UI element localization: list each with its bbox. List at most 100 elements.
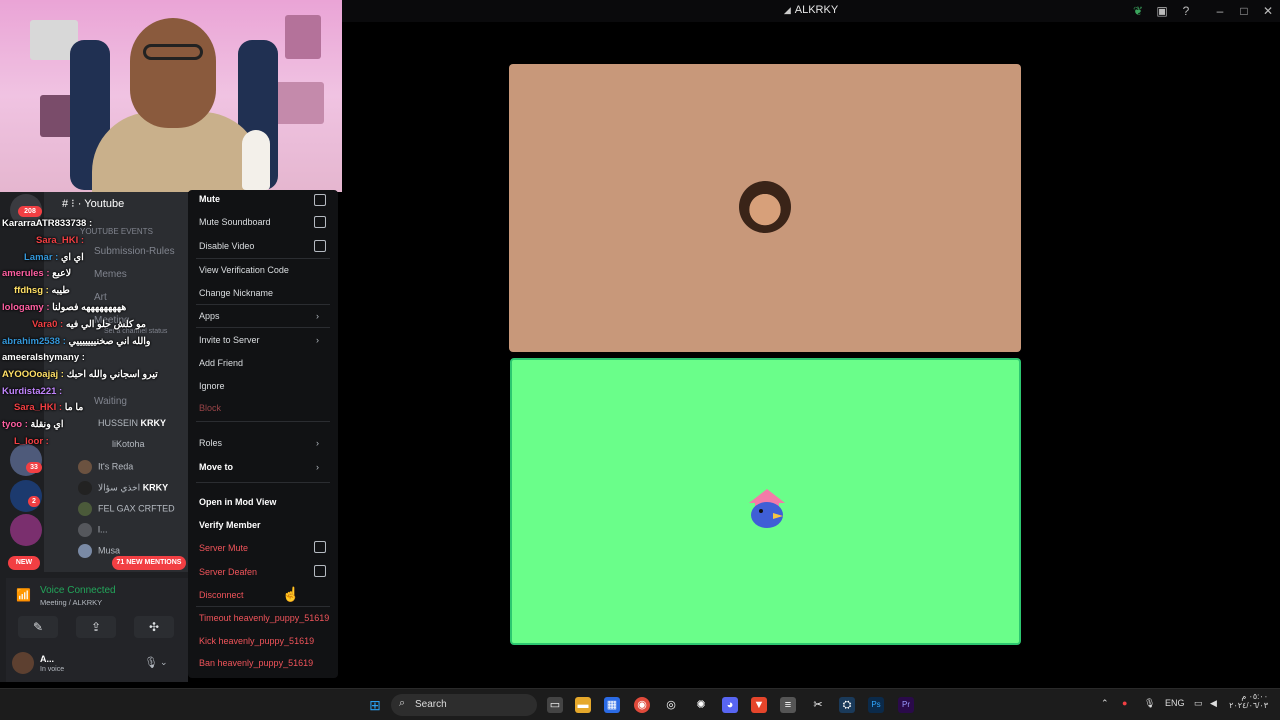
voice-member[interactable]: FEL GAX CRFTED — [78, 502, 175, 516]
screen-share-button[interactable]: ⇪ — [76, 616, 116, 638]
activities-button[interactable]: ✣ — [134, 616, 174, 638]
menu-item-disable-video[interactable]: Disable Video — [199, 241, 254, 251]
member-name: It's Reda — [98, 461, 134, 472]
signal-icon[interactable]: 📶 — [16, 588, 31, 602]
clock[interactable]: ٠٥:٠٠ م ٢٠٢٤/٠٦/٠٣ — [1228, 692, 1268, 710]
server-name[interactable]: # ⁝ · Youtube — [62, 197, 124, 210]
volume-icon[interactable]: ◀ — [1210, 698, 1217, 709]
chevron-right-icon: › — [316, 311, 319, 321]
menu-item-block[interactable]: Block — [199, 403, 221, 413]
new-mentions-pill[interactable]: 71 NEW MENTIONS — [112, 556, 186, 570]
menu-item-kick[interactable]: Kick heavenly_puppy_51619 — [199, 636, 314, 646]
video-tile-streamer[interactable] — [509, 64, 1021, 352]
premiere-icon[interactable]: Pr — [898, 697, 914, 713]
menu-item-disconnect[interactable]: Disconnect — [199, 590, 244, 600]
hashtag-icon: # ⁝ · — [62, 198, 82, 210]
chat-user: lologamy : — [2, 302, 50, 313]
user-name[interactable]: A... — [40, 654, 54, 664]
network-icon[interactable]: ▭ — [1194, 698, 1203, 709]
photoshop-icon[interactable]: Ps — [868, 697, 884, 713]
window-title-text: ALKRKY — [794, 4, 839, 16]
inbox-icon[interactable]: ▣ — [1154, 3, 1170, 19]
voice-member[interactable]: Musa — [78, 544, 120, 558]
microphone-tray-icon[interactable]: 🎙 — [1144, 698, 1155, 709]
menu-item-mute-soundboard[interactable]: Mute Soundboard — [199, 217, 271, 227]
language-indicator[interactable]: ENG — [1165, 698, 1185, 708]
discord-icon[interactable]: ◕ — [722, 697, 738, 713]
chat-line: amerules : لاعبع — [2, 268, 71, 279]
chat-user: amerules : — [2, 268, 50, 279]
menu-item-ban[interactable]: Ban heavenly_puppy_51619 — [199, 658, 313, 668]
steam-overlay-icon[interactable]: ✺ — [693, 697, 709, 713]
avatar — [78, 523, 92, 537]
windows-start-icon[interactable]: ⊞ — [367, 697, 383, 713]
chat-user: tyoo : — [2, 419, 28, 430]
camera-off-button[interactable]: ✎ — [18, 616, 58, 638]
menu-item-server-mute[interactable]: Server Mute — [199, 543, 248, 553]
menu-item-timeout[interactable]: Timeout heavenly_puppy_51619 — [199, 613, 329, 623]
user-status: In voice — [40, 666, 65, 673]
server-mute-checkbox[interactable] — [314, 541, 326, 553]
member-name: HUSSEIN — [98, 418, 139, 428]
mute-checkbox[interactable] — [314, 194, 326, 206]
chat-user: L_loor : — [14, 436, 49, 447]
menu-item-verify-member[interactable]: Verify Member — [199, 520, 261, 530]
menu-item-server-deafen[interactable]: Server Deafen — [199, 567, 257, 577]
taskbar-search[interactable]: ⌕ Search — [391, 694, 537, 716]
menu-item-add-friend[interactable]: Add Friend — [199, 358, 243, 368]
voice-member[interactable]: اخذي سؤالا KRKY — [78, 481, 168, 495]
mouse-cursor-icon: ☝ — [282, 586, 300, 602]
avatar — [78, 481, 92, 495]
brave-icon[interactable]: ▼ — [751, 697, 767, 713]
close-button[interactable]: ✕ — [1260, 3, 1276, 19]
search-label: Search — [415, 699, 447, 710]
disable-video-checkbox[interactable] — [314, 240, 326, 252]
menu-item-roles[interactable]: Roles — [199, 438, 222, 448]
menu-item-apps[interactable]: Apps — [199, 311, 220, 321]
server-deafen-checkbox[interactable] — [314, 565, 326, 577]
menu-item-ignore[interactable]: Ignore — [199, 381, 225, 391]
channel-waiting[interactable]: Waiting — [94, 396, 127, 407]
capcut-icon[interactable]: ✂ — [810, 697, 826, 713]
obs-icon[interactable]: ◎ — [663, 697, 679, 713]
server-icon[interactable] — [10, 514, 42, 546]
voice-status[interactable]: Voice Connected — [40, 585, 116, 596]
task-view-icon[interactable]: ▭ — [547, 697, 563, 713]
menu-item-view-verification-code[interactable]: View Verification Code — [199, 265, 289, 275]
voice-member[interactable]: l... — [78, 523, 108, 537]
mute-soundboard-checkbox[interactable] — [314, 216, 326, 228]
nitro-leaf-icon[interactable]: ❦ — [1130, 3, 1146, 19]
menu-item-open-in-mod-view[interactable]: Open in Mod View — [199, 497, 276, 507]
store-icon[interactable]: ▦ — [604, 697, 620, 713]
video-tile-speaking[interactable] — [510, 358, 1021, 645]
channel-memes[interactable]: Memes — [94, 269, 127, 280]
chevron-right-icon: › — [316, 335, 319, 345]
avatar[interactable] — [12, 652, 34, 674]
menu-item-change-nickname[interactable]: Change Nickname — [199, 288, 273, 298]
chat-line: Sara_HKI : — [36, 235, 84, 246]
voice-member[interactable]: It's Reda — [78, 460, 133, 474]
maximize-button[interactable]: □ — [1236, 3, 1252, 19]
tray-app-icon[interactable]: ● — [1122, 698, 1127, 708]
chat-msg: تيرو اسجاني والله احبك — [66, 369, 158, 380]
file-explorer-icon[interactable]: ▬ — [575, 697, 591, 713]
menu-item-move-to[interactable]: Move to — [199, 462, 233, 472]
notepad-icon[interactable]: ≡ — [780, 697, 796, 713]
chrome-icon[interactable]: ◉ — [634, 697, 650, 713]
chevron-down-icon[interactable]: ⌄ — [160, 657, 168, 668]
channel-submission-rules[interactable]: Submission-Rules — [94, 246, 175, 257]
help-icon[interactable]: ? — [1178, 3, 1194, 19]
member-name: Musa — [98, 545, 121, 556]
steam-icon[interactable]: ⛭ — [839, 697, 855, 713]
menu-item-mute[interactable]: Mute — [199, 194, 220, 204]
window-titlebar: ◢ ALKRKY ❦ ▣ ? – □ ✕ — [342, 0, 1280, 22]
new-pill[interactable]: NEW — [8, 556, 40, 570]
voice-member[interactable]: liKotoha — [112, 439, 145, 449]
minimize-button[interactable]: – — [1212, 3, 1228, 19]
chat-user: Lamar : — [24, 252, 59, 263]
microphone-icon[interactable]: 🎙 — [144, 656, 158, 669]
voice-member[interactable]: HUSSEIN KRKY — [98, 418, 166, 428]
menu-item-invite-to-server[interactable]: Invite to Server — [199, 335, 260, 345]
glasses — [143, 44, 203, 60]
chevron-up-icon[interactable]: ⌃ — [1101, 698, 1109, 709]
